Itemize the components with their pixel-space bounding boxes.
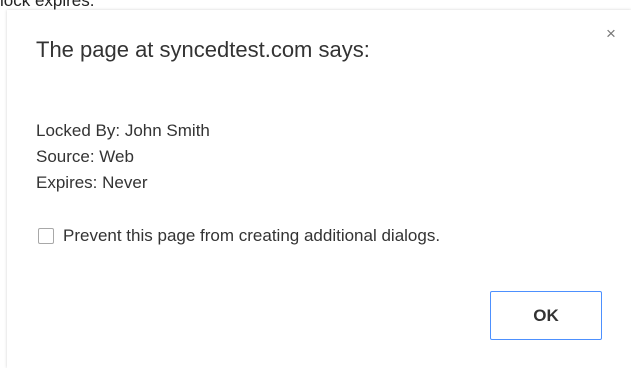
close-icon[interactable]: × [604,25,618,42]
message-line-expires: Expires: Never [36,173,148,192]
ok-button[interactable]: OK [490,291,602,340]
message-line-source: Source: Web [36,147,134,166]
prevent-dialogs-option[interactable]: Prevent this page from creating addition… [38,226,440,246]
dialog-title: The page at syncedtest.com says: [36,37,370,62]
alert-dialog: The page at syncedtest.com says: × Locke… [7,10,631,368]
dialog-message: Locked By: John Smith Source: Web Expire… [36,118,210,196]
prevent-dialogs-label[interactable]: Prevent this page from creating addition… [63,226,440,246]
message-line-locked-by: Locked By: John Smith [36,121,210,140]
prevent-dialogs-checkbox[interactable] [38,228,54,244]
